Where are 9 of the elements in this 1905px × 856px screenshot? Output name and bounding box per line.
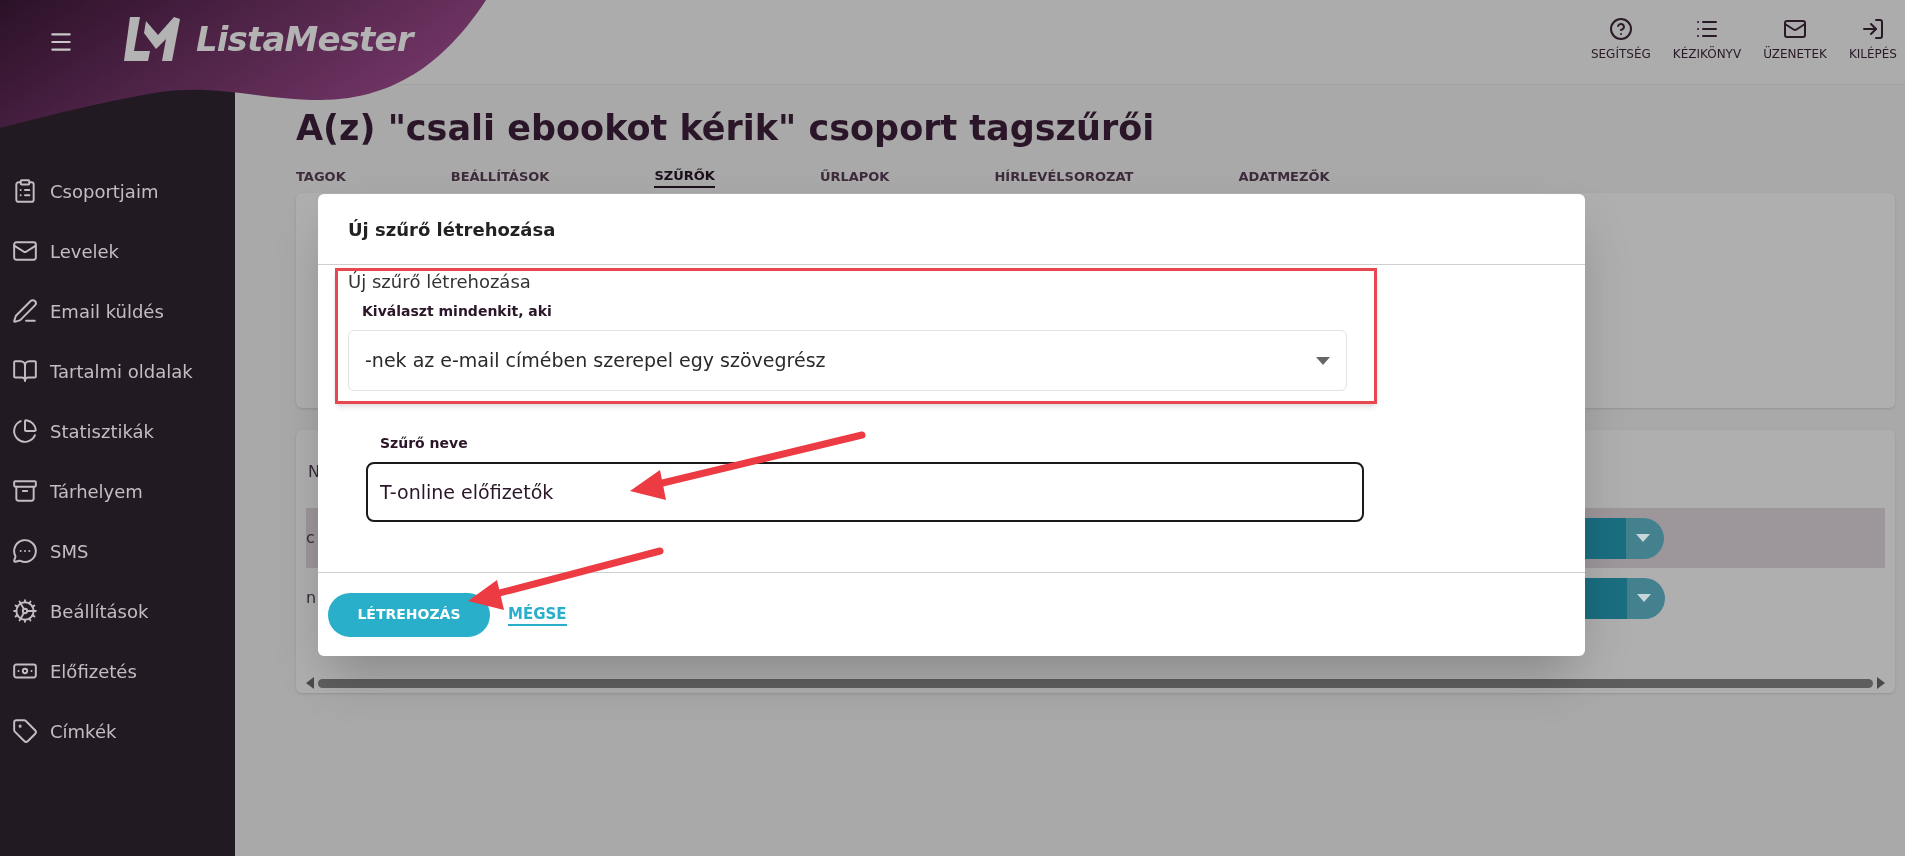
dialog-title: Új szűrő létrehozása <box>348 217 556 242</box>
brand-name: ListaMester <box>196 17 413 61</box>
field-label: Kiválaszt mindenkit, aki <box>362 302 553 321</box>
page-title: A(z) "csali ebookot kérik" csoport tagszűrői <box>296 107 1156 150</box>
table-cell-text: c <box>306 527 315 549</box>
table-cell-text: n <box>306 587 317 609</box>
column-header: N <box>308 461 321 480</box>
section-label: Új szűrő létrehozása <box>348 271 532 293</box>
field-label: Szűrő neve <box>380 434 469 453</box>
